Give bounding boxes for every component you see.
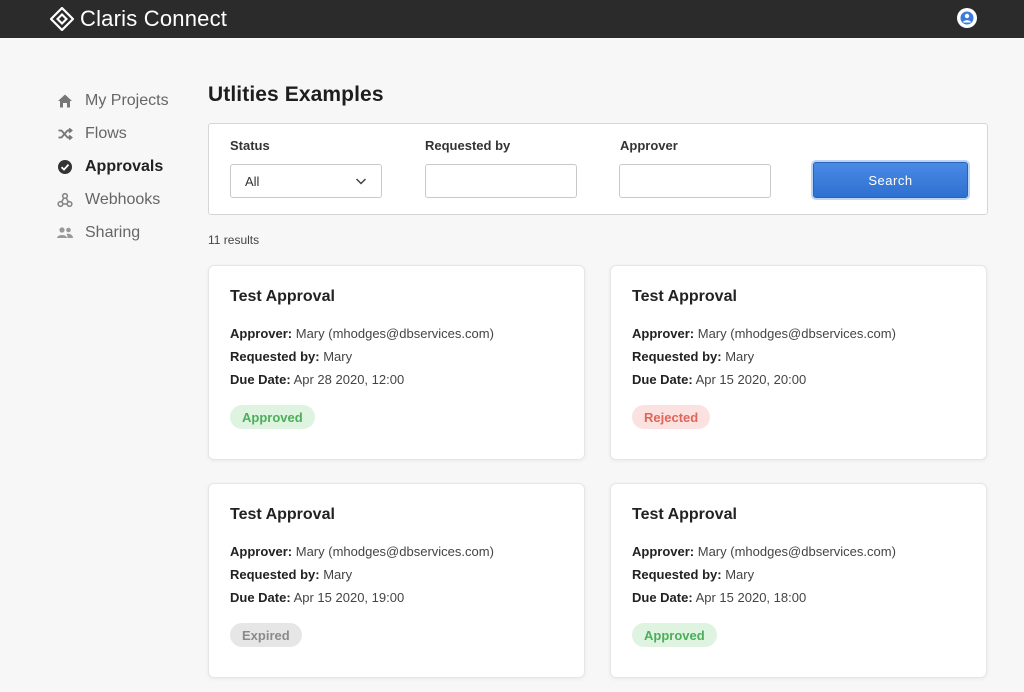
people-icon [56, 224, 74, 242]
due-date-value: Apr 15 2020, 18:00 [695, 590, 807, 605]
card-requested-by: Requested by: Mary [230, 349, 352, 364]
filter-panel: Status All Requested by Approver Search [208, 123, 988, 215]
due-date-field-label: Due Date: [230, 372, 291, 387]
card-due-date: Due Date: Apr 15 2020, 18:00 [632, 590, 806, 605]
card-requested-by: Requested by: Mary [632, 567, 754, 582]
approver-value: Mary (mhodges@dbservices.com) [697, 326, 896, 341]
requested-by-label: Requested by [425, 138, 511, 153]
card-title: Test Approval [230, 506, 335, 523]
due-date-value: Apr 28 2020, 12:00 [293, 372, 405, 387]
due-date-field-label: Due Date: [632, 372, 693, 387]
status-label: Status [230, 138, 270, 153]
app-name: Claris Connect [80, 6, 228, 31]
card-approver: Approver: Mary (mhodges@dbservices.com) [230, 326, 494, 341]
approval-card[interactable]: Test Approval Approver: Mary (mhodges@db… [610, 483, 987, 678]
sidebar: My Projects Flows Approvals Webhooks Sha… [56, 84, 206, 249]
shuffle-icon [56, 125, 74, 143]
sidebar-item-label: Webhooks [85, 190, 161, 208]
sidebar-item-flows[interactable]: Flows [56, 117, 206, 150]
card-due-date: Due Date: Apr 15 2020, 19:00 [230, 590, 404, 605]
card-approver: Approver: Mary (mhodges@dbservices.com) [230, 544, 494, 559]
requested-by-value: Mary [323, 567, 353, 582]
due-date-value: Apr 15 2020, 19:00 [293, 590, 405, 605]
due-date-field-label: Due Date: [230, 590, 291, 605]
status-badge: Approved [632, 623, 717, 647]
approver-field-label: Approver: [230, 544, 293, 559]
card-due-date: Due Date: Apr 28 2020, 12:00 [230, 372, 404, 387]
approver-field-label: Approver: [632, 544, 695, 559]
requested-by-value: Mary [725, 349, 755, 364]
brand[interactable]: Claris Connect [50, 5, 227, 33]
status-badge: Expired [230, 623, 302, 647]
approver-value: Mary (mhodges@dbservices.com) [697, 544, 896, 559]
requested-by-field-label: Requested by: [632, 349, 722, 364]
results-count: 11 results [208, 233, 260, 247]
webhook-icon [56, 191, 74, 209]
approval-card[interactable]: Test Approval Approver: Mary (mhodges@db… [610, 265, 987, 460]
status-select-value: All [245, 174, 260, 189]
sidebar-item-label: Sharing [85, 223, 141, 241]
search-button[interactable]: Search [813, 162, 968, 198]
sidebar-item-label: Approvals [85, 157, 164, 175]
due-date-field-label: Due Date: [632, 590, 693, 605]
claris-logo-icon [50, 7, 74, 31]
card-due-date: Due Date: Apr 15 2020, 20:00 [632, 372, 806, 387]
due-date-value: Apr 15 2020, 20:00 [695, 372, 807, 387]
card-approver: Approver: Mary (mhodges@dbservices.com) [632, 326, 896, 341]
sidebar-item-my-projects[interactable]: My Projects [56, 84, 206, 117]
status-badge: Rejected [632, 405, 711, 429]
chevron-down-icon [355, 178, 367, 185]
check-circle-icon [56, 158, 74, 176]
status-badge: Approved [230, 405, 315, 429]
sidebar-item-sharing[interactable]: Sharing [56, 216, 206, 249]
card-requested-by: Requested by: Mary [632, 349, 754, 364]
approver-field-label: Approver: [632, 326, 695, 341]
top-bar: Claris Connect [0, 0, 1024, 38]
user-menu-button[interactable] [957, 8, 977, 28]
requested-by-value: Mary [323, 349, 353, 364]
requested-by-value: Mary [725, 567, 755, 582]
sidebar-item-approvals[interactable]: Approvals [56, 150, 206, 183]
requested-by-input[interactable] [425, 164, 577, 198]
card-title: Test Approval [230, 288, 335, 305]
approver-label: Approver [620, 138, 678, 153]
approver-value: Mary (mhodges@dbservices.com) [295, 326, 494, 341]
approver-field-label: Approver: [230, 326, 293, 341]
approver-input[interactable] [619, 164, 771, 198]
requested-by-field-label: Requested by: [230, 567, 320, 582]
sidebar-item-label: My Projects [85, 91, 169, 109]
approval-card[interactable]: Test Approval Approver: Mary (mhodges@db… [208, 483, 585, 678]
requested-by-field-label: Requested by: [230, 349, 320, 364]
status-select[interactable]: All [230, 164, 382, 198]
card-requested-by: Requested by: Mary [230, 567, 352, 582]
user-icon [960, 11, 974, 25]
approval-card[interactable]: Test Approval Approver: Mary (mhodges@db… [208, 265, 585, 460]
approver-value: Mary (mhodges@dbservices.com) [295, 544, 494, 559]
card-approver: Approver: Mary (mhodges@dbservices.com) [632, 544, 896, 559]
page-title: Utlities Examples [208, 83, 384, 106]
home-icon [56, 92, 74, 110]
card-title: Test Approval [632, 506, 737, 523]
sidebar-item-label: Flows [85, 124, 127, 142]
requested-by-field-label: Requested by: [632, 567, 722, 582]
card-title: Test Approval [632, 288, 737, 305]
sidebar-item-webhooks[interactable]: Webhooks [56, 183, 206, 216]
